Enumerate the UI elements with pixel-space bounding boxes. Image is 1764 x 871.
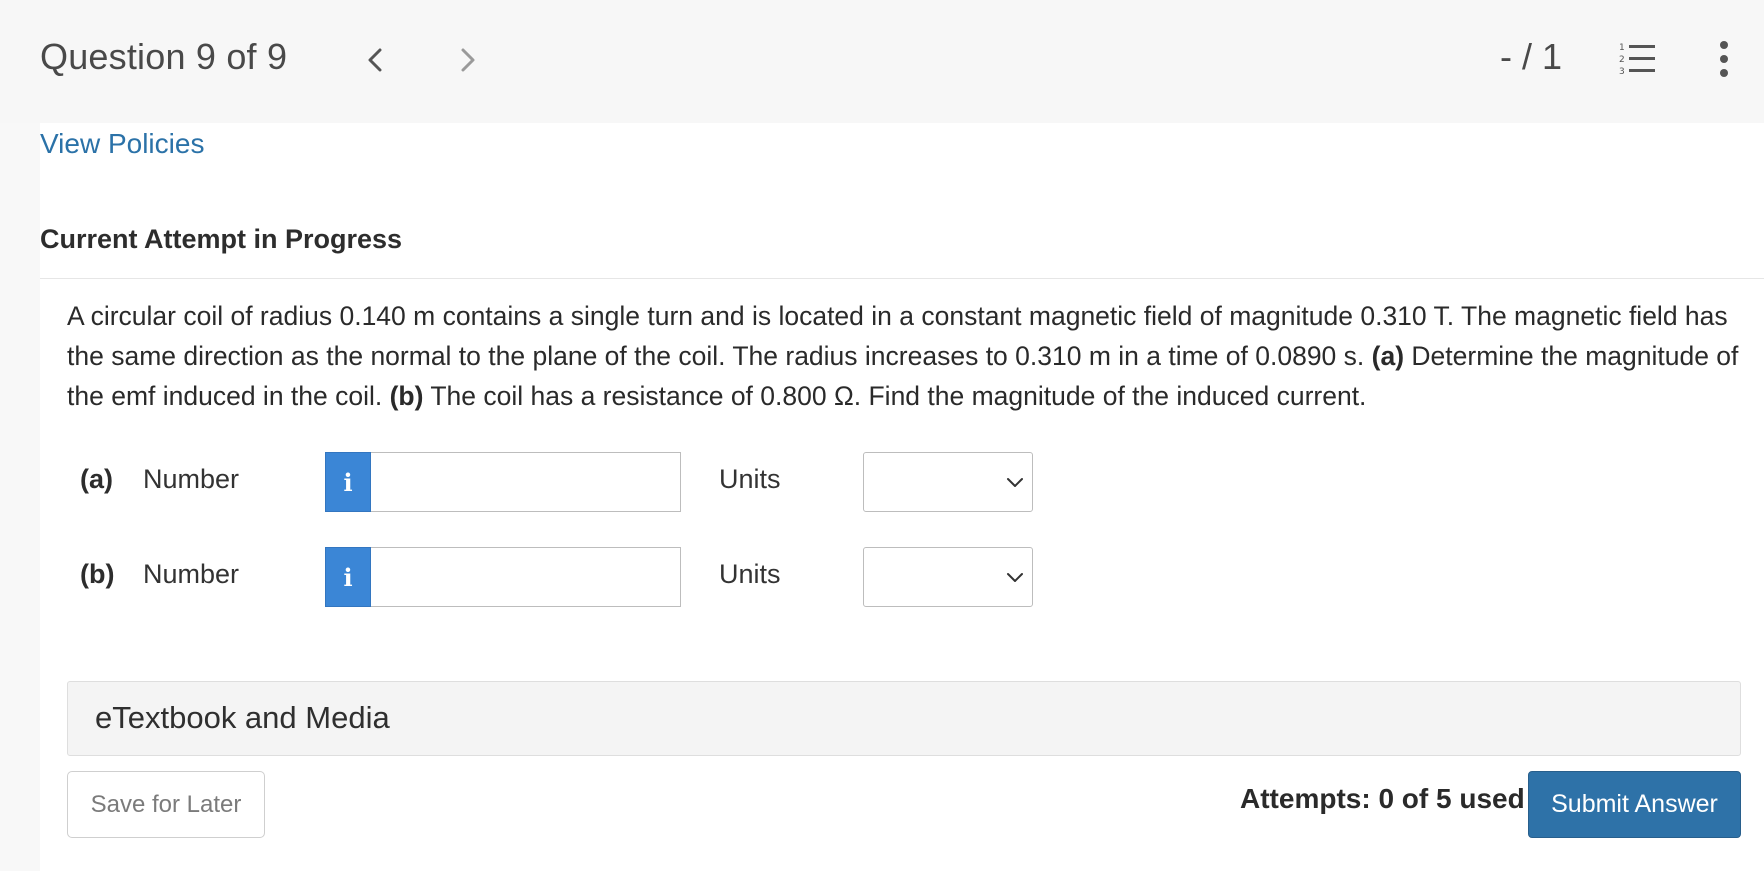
question-list-button[interactable]: 1 2 3 [1617,41,1657,77]
number-input-b[interactable] [371,547,681,607]
attempt-heading: Current Attempt in Progress [40,224,403,254]
info-icon: i [343,562,353,592]
units-select-b[interactable] [863,547,1033,607]
answer-row-a: (a) Number i Units [80,452,1033,512]
problem-text: The coil has a resistance of 0.800 Ω. Fi… [423,381,1367,411]
svg-text:2: 2 [1619,55,1625,65]
more-vertical-icon [1720,41,1728,77]
part-a-marker: (a) [1371,341,1405,371]
number-input-a[interactable] [371,452,681,512]
number-label: Number [143,464,240,494]
view-policies-link[interactable]: View Policies [40,128,204,160]
question-header: Question 9 of 9 - / 1 1 2 3 [0,0,1764,123]
info-button[interactable]: i [325,452,371,512]
info-icon: i [343,467,353,497]
number-label: Number [143,559,240,589]
divider [40,278,1764,279]
chevron-down-icon [1007,478,1023,487]
svg-text:1: 1 [1619,43,1625,53]
question-title: Question 9 of 9 [40,36,288,77]
previous-question-button[interactable] [358,38,392,82]
units-select-a[interactable] [863,452,1033,512]
numbered-list-icon: 1 2 3 [1619,43,1655,77]
units-label: Units [719,464,781,494]
save-for-later-button[interactable]: Save for Later [67,771,265,838]
more-options-button[interactable] [1713,38,1735,80]
submit-answer-button[interactable]: Submit Answer [1528,771,1741,838]
attempts-counter: Attempts: 0 of 5 used [1240,783,1525,814]
score-display: - / 1 [1500,36,1563,77]
question-content: View Policies Current Attempt in Progres… [40,123,1764,871]
problem-statement: A circular coil of radius 0.140 m contai… [67,296,1757,416]
info-button[interactable]: i [325,547,371,607]
answer-row-b: (b) Number i Units [80,547,1033,607]
units-label: Units [719,559,781,589]
part-label: (b) [80,559,115,589]
next-question-button[interactable] [451,38,485,82]
etextbook-media-panel[interactable]: eTextbook and Media [67,681,1741,756]
svg-text:3: 3 [1619,67,1625,77]
chevron-left-icon [368,48,382,72]
part-label: (a) [80,464,113,494]
part-b-marker: (b) [389,381,424,411]
chevron-down-icon [1007,573,1023,582]
etextbook-media-label: eTextbook and Media [95,700,390,735]
chevron-right-icon [461,48,475,72]
